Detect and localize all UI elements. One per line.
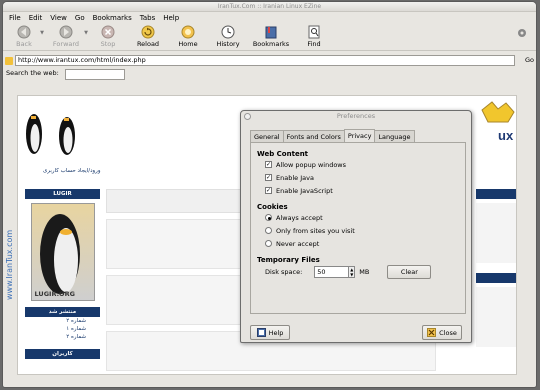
tab-language[interactable]: Language	[374, 130, 415, 142]
reload-icon	[141, 25, 155, 39]
site-right-column	[476, 189, 516, 374]
issue-link[interactable]: شماره ۲	[25, 333, 86, 341]
popup-checkbox[interactable]: ✓	[265, 161, 272, 168]
issue-link[interactable]: شماره ۱	[25, 325, 86, 333]
forward-label: Forward	[52, 40, 80, 48]
address-bar[interactable]: http://www.irantux.com/html/index.php	[15, 55, 515, 66]
clear-cache-button[interactable]: Clear	[387, 265, 432, 279]
published-box-title: منتشر شد	[25, 307, 100, 317]
issue-link[interactable]: شماره ۲	[25, 317, 86, 325]
throbber-icon	[516, 27, 528, 39]
java-label: Enable Java	[276, 173, 314, 182]
help-button[interactable]: Help	[250, 325, 290, 340]
cookies-never-radio[interactable]	[265, 240, 272, 247]
cookies-always-radio[interactable]	[265, 214, 272, 221]
history-label: History	[216, 40, 240, 48]
close-button[interactable]: Close	[422, 325, 462, 340]
cookies-never-option[interactable]: Never accept	[257, 237, 459, 250]
help-label: Help	[268, 328, 284, 337]
penguins-logo	[26, 114, 75, 155]
home-icon	[181, 25, 195, 39]
tab-general[interactable]: General	[250, 130, 284, 142]
stop-icon	[101, 25, 115, 39]
find-button[interactable]: Find	[294, 24, 334, 51]
home-button[interactable]: Home	[168, 24, 208, 51]
lugir-poster[interactable]: LUGIR.ORG	[30, 203, 95, 301]
svg-text:ux: ux	[498, 128, 514, 143]
close-label: Close	[439, 328, 457, 337]
java-option[interactable]: ✓ Enable Java	[257, 171, 459, 184]
stop-label: Stop	[100, 40, 116, 48]
bookmarks-button[interactable]: Bookmarks	[248, 24, 294, 51]
site-left-column: LUGIR LUGIR.ORG منتشر شد شماره ۲ شماره ۱…	[25, 189, 100, 374]
site-top-link[interactable]: ورود/ایجاد حساب کاربری	[43, 168, 100, 174]
temp-files-heading: Temporary Files	[257, 256, 320, 264]
java-checkbox[interactable]: ✓	[265, 174, 272, 181]
site-favicon	[5, 57, 13, 65]
disk-space-label: Disk space:	[265, 268, 303, 276]
privacy-panel: Web Content ✓ Allow popup windows ✓ Enab…	[250, 142, 466, 314]
menu-edit[interactable]: Edit	[29, 14, 43, 22]
bookmarks-label: Bookmarks	[252, 40, 290, 48]
stop-button[interactable]: Stop	[88, 24, 128, 51]
bookmarks-icon	[264, 25, 278, 39]
history-button[interactable]: History	[208, 24, 248, 51]
tab-fonts-colors[interactable]: Fonts and Colors	[282, 130, 345, 142]
find-icon	[307, 25, 321, 39]
search-input[interactable]	[65, 69, 125, 80]
tab-privacy[interactable]: Privacy	[343, 129, 376, 142]
javascript-checkbox[interactable]: ✓	[265, 187, 272, 194]
javascript-label: Enable JavaScript	[276, 186, 333, 195]
back-arrow-icon	[17, 25, 31, 39]
javascript-option[interactable]: ✓ Enable JavaScript	[257, 184, 459, 197]
disk-space-unit: MB	[359, 268, 370, 276]
cookies-always-option[interactable]: Always accept	[257, 211, 459, 224]
disk-space-input[interactable]: 50	[314, 266, 350, 278]
menu-file[interactable]: File	[9, 14, 21, 22]
irantux-logo: ux	[478, 100, 516, 150]
dialog-title: Preferences	[336, 112, 376, 120]
disk-space-row: Disk space: 50 ▲ ▼ MB Clear	[257, 264, 459, 280]
forward-arrow-icon	[59, 25, 73, 39]
cookies-visited-label: Only from sites you visit	[276, 226, 355, 235]
menu-bookmarks[interactable]: Bookmarks	[93, 14, 132, 22]
back-label: Back	[16, 40, 32, 48]
home-label: Home	[178, 40, 198, 48]
dialog-close-icon[interactable]	[244, 113, 251, 120]
popup-label: Allow popup windows	[276, 160, 347, 169]
navigation-toolbar: Back ▼ Forward ▼ Stop Reload Home Histor…	[3, 24, 536, 51]
menu-bar: File Edit View Go Bookmarks Tabs Help	[3, 12, 536, 24]
close-icon	[427, 328, 437, 337]
menu-tabs[interactable]: Tabs	[140, 14, 156, 22]
disk-space-spinner[interactable]: ▲ ▼	[349, 266, 356, 278]
cookies-visited-option[interactable]: Only from sites you visit	[257, 224, 459, 237]
reload-button[interactable]: Reload	[128, 24, 168, 51]
history-icon	[221, 25, 235, 39]
menu-view[interactable]: View	[50, 14, 67, 22]
poster-text: LUGIR.ORG	[34, 290, 75, 298]
menu-go[interactable]: Go	[75, 14, 85, 22]
web-content-heading: Web Content	[257, 150, 309, 158]
lugir-box-title: LUGIR	[25, 189, 100, 199]
reload-label: Reload	[136, 40, 160, 48]
window-title: IranTux.Com :: Iranian Linux EZine	[3, 2, 536, 12]
cookies-always-label: Always accept	[276, 213, 323, 222]
forward-button[interactable]: Forward ▼	[44, 24, 88, 51]
search-label: Search the web:	[6, 69, 59, 77]
issues-list: شماره ۲ شماره ۱ شماره ۲	[25, 317, 100, 341]
users-box-title: کاربران	[25, 349, 100, 359]
help-icon	[256, 328, 266, 337]
go-button[interactable]: Go	[525, 56, 534, 64]
find-label: Find	[307, 40, 321, 48]
popup-option[interactable]: ✓ Allow popup windows	[257, 158, 459, 171]
preferences-dialog: Preferences General Fonts and Colors Pri…	[240, 110, 472, 343]
cookies-visited-radio[interactable]	[265, 227, 272, 234]
menu-help[interactable]: Help	[163, 14, 179, 22]
back-button[interactable]: Back ▼	[4, 24, 44, 51]
cookies-never-label: Never accept	[276, 239, 320, 248]
cookies-heading: Cookies	[257, 203, 288, 211]
watermark-text: www.IranTux.com	[5, 229, 14, 300]
